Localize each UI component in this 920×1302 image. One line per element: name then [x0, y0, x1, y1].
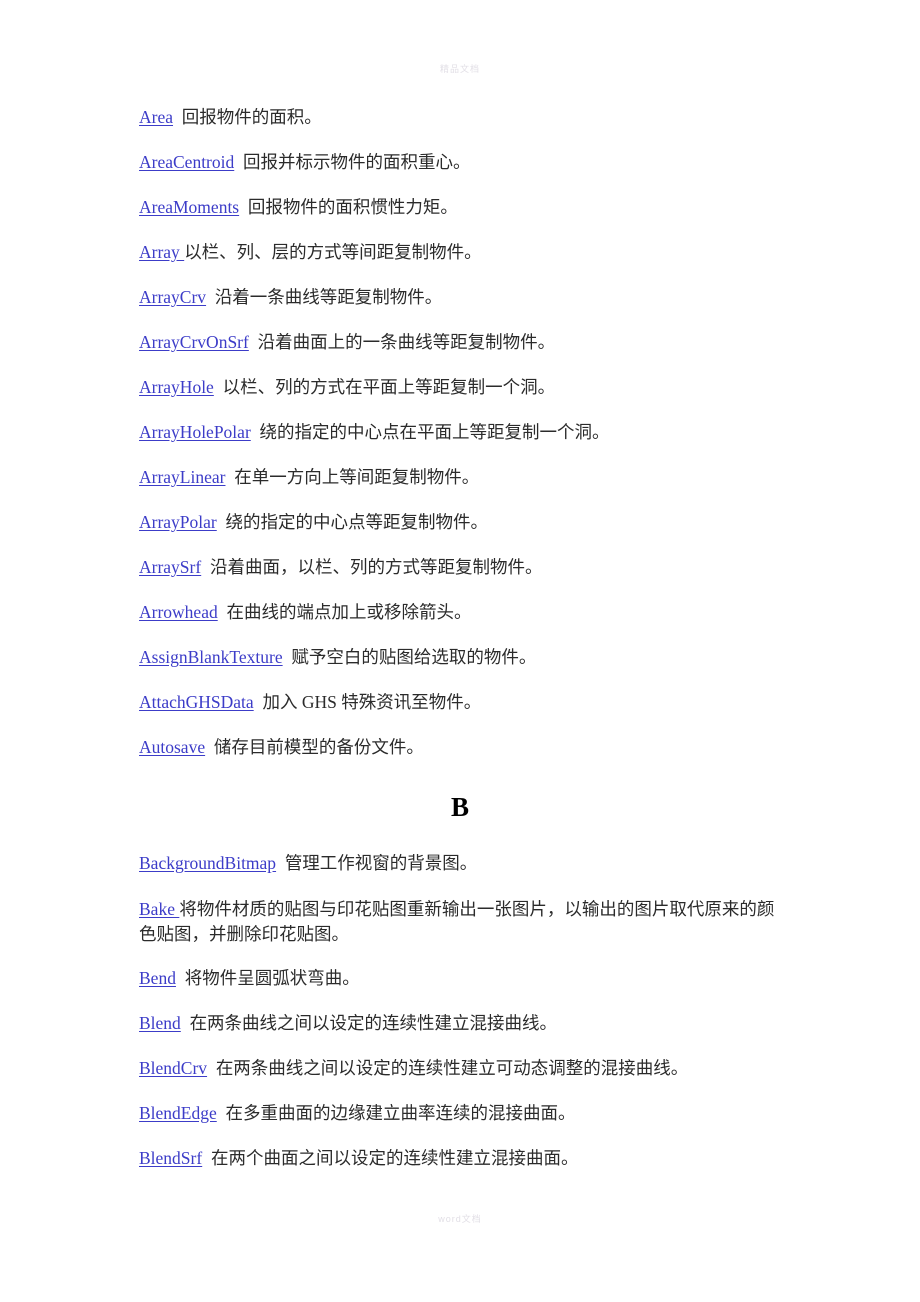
command-separator	[234, 152, 243, 172]
command-entry: ArrayHolePolar 绕的指定的中心点在平面上等距复制一个洞。	[139, 421, 779, 444]
command-description: 回报物件的面积。	[181, 107, 322, 127]
command-entry: ArraySrf 沿着曲面，以栏、列的方式等距复制物件。	[139, 556, 779, 579]
command-link[interactable]: AreaCentroid	[139, 152, 234, 172]
document-page: 精品文档 Area 回报物件的面积。 AreaCentroid 回报并标示物件的面…	[0, 0, 920, 1302]
command-link[interactable]: Blend	[139, 1013, 181, 1033]
command-description: 在两个曲面之间以设定的连续性建立混接曲面。	[210, 1148, 579, 1168]
command-description: 以栏、列、层的方式等间距复制物件。	[184, 242, 482, 262]
command-link[interactable]: Array	[139, 242, 184, 262]
command-description: 绕的指定的中心点在平面上等距复制一个洞。	[259, 422, 610, 442]
command-description: 以栏、列的方式在平面上等距复制一个洞。	[222, 377, 556, 397]
command-link[interactable]: Arrowhead	[139, 602, 218, 622]
command-description: 在两条曲线之间以设定的连续性建立可动态调整的混接曲线。	[215, 1058, 689, 1078]
command-entry: ArrayHole 以栏、列的方式在平面上等距复制一个洞。	[139, 376, 779, 399]
command-separator	[176, 968, 185, 988]
command-entry: BlendCrv 在两条曲线之间以设定的连续性建立可动态调整的混接曲线。	[139, 1057, 784, 1080]
command-separator	[217, 512, 226, 532]
watermark-bottom: word文档	[438, 1214, 482, 1224]
command-link[interactable]: ArraySrf	[139, 557, 201, 577]
command-description: 在多重曲面的边缘建立曲率连续的混接曲面。	[225, 1103, 576, 1123]
command-link[interactable]: AttachGHSData	[139, 692, 254, 712]
command-separator	[249, 332, 258, 352]
command-entry: ArrayLinear 在单一方向上等间距复制物件。	[139, 466, 779, 489]
command-separator	[239, 197, 248, 217]
command-entry: ArrayPolar 绕的指定的中心点等距复制物件。	[139, 511, 779, 534]
command-entry: Array 以栏、列、层的方式等间距复制物件。	[139, 241, 779, 264]
command-entry: Bend 将物件呈圆弧状弯曲。	[139, 967, 784, 990]
command-description: 回报物件的面积惯性力矩。	[247, 197, 458, 217]
command-link[interactable]: BlendEdge	[139, 1103, 217, 1123]
command-link[interactable]: ArrayCrvOnSrf	[139, 332, 249, 352]
command-entry: ArrayCrvOnSrf 沿着曲面上的一条曲线等距复制物件。	[139, 331, 779, 354]
command-separator	[201, 557, 210, 577]
command-link[interactable]: BlendSrf	[139, 1148, 202, 1168]
command-entry: Autosave 储存目前模型的备份文件。	[139, 736, 779, 759]
command-link[interactable]: Bake	[139, 899, 179, 919]
command-entry: AreaMoments 回报物件的面积惯性力矩。	[139, 196, 779, 219]
command-separator	[173, 107, 182, 127]
command-description: 在曲线的端点加上或移除箭头。	[226, 602, 472, 622]
command-description: 沿着一条曲线等距复制物件。	[214, 287, 443, 307]
command-link[interactable]: ArrayPolar	[139, 512, 217, 532]
command-entry: Bake 将物件材质的贴图与印花贴图重新输出一张图片，以输出的图片取代原来的颜色…	[139, 897, 779, 947]
command-description: 绕的指定的中心点等距复制物件。	[225, 512, 489, 532]
command-description: 储存目前模型的备份文件。	[213, 737, 424, 757]
command-link[interactable]: Bend	[139, 968, 176, 988]
command-separator	[276, 853, 285, 873]
command-entry: AreaCentroid 回报并标示物件的面积重心。	[139, 151, 779, 174]
command-link[interactable]: BlendCrv	[139, 1058, 207, 1078]
command-entry: Arrowhead 在曲线的端点加上或移除箭头。	[139, 601, 779, 624]
command-separator	[217, 1103, 226, 1123]
command-link[interactable]: Area	[139, 107, 173, 127]
command-separator	[205, 737, 214, 757]
command-separator	[181, 1013, 190, 1033]
command-description: 将物件材质的贴图与印花贴图重新输出一张图片，以输出的图片取代原来的颜色贴图，并删…	[139, 899, 775, 944]
command-entry: BlendEdge 在多重曲面的边缘建立曲率连续的混接曲面。	[139, 1102, 784, 1125]
command-entry: Blend 在两条曲线之间以设定的连续性建立混接曲线。	[139, 1012, 784, 1035]
command-entry: BlendSrf 在两个曲面之间以设定的连续性建立混接曲面。	[139, 1147, 784, 1170]
command-link[interactable]: ArrayLinear	[139, 467, 225, 487]
command-separator	[202, 1148, 211, 1168]
command-link[interactable]: ArrayHolePolar	[139, 422, 251, 442]
command-link[interactable]: ArrayCrv	[139, 287, 206, 307]
command-separator	[207, 1058, 216, 1078]
watermark-top: 精品文档	[439, 64, 480, 74]
command-description: 沿着曲面上的一条曲线等距复制物件。	[257, 332, 556, 352]
command-entry: BackgroundBitmap 管理工作视窗的背景图。	[139, 852, 784, 875]
command-separator	[214, 377, 223, 397]
command-description: 在两条曲线之间以设定的连续性建立混接曲线。	[189, 1013, 558, 1033]
command-separator	[251, 422, 260, 442]
section-a-entries: Area 回报物件的面积。 AreaCentroid 回报并标示物件的面积重心。 A…	[139, 106, 779, 781]
command-entry: Area 回报物件的面积。	[139, 106, 779, 129]
command-separator	[206, 287, 215, 307]
command-link[interactable]: BackgroundBitmap	[139, 853, 276, 873]
command-separator	[225, 467, 234, 487]
command-entry: AssignBlankTexture 赋予空白的贴图给选取的物件。	[139, 646, 779, 669]
command-description: 加入 GHS 特殊资讯至物件。	[262, 692, 482, 712]
command-entry: AttachGHSData 加入 GHS 特殊资讯至物件。	[139, 691, 779, 714]
section-b-entries: BackgroundBitmap 管理工作视窗的背景图。 Bake 将物件材质的贴…	[139, 852, 784, 1192]
command-entry: ArrayCrv 沿着一条曲线等距复制物件。	[139, 286, 779, 309]
command-description: 将物件呈圆弧状弯曲。	[184, 968, 360, 988]
command-link[interactable]: AssignBlankTexture	[139, 647, 283, 667]
command-description: 管理工作视窗的背景图。	[284, 853, 478, 873]
section-heading-b: B	[450, 792, 469, 822]
command-description: 回报并标示物件的面积重心。	[243, 152, 471, 172]
command-description: 沿着曲面，以栏、列的方式等距复制物件。	[209, 557, 543, 577]
command-description: 赋予空白的贴图给选取的物件。	[291, 647, 537, 667]
command-link[interactable]: AreaMoments	[139, 197, 239, 217]
command-description: 在单一方向上等间距复制物件。	[234, 467, 480, 487]
command-link[interactable]: ArrayHole	[139, 377, 214, 397]
command-link[interactable]: Autosave	[139, 737, 205, 757]
